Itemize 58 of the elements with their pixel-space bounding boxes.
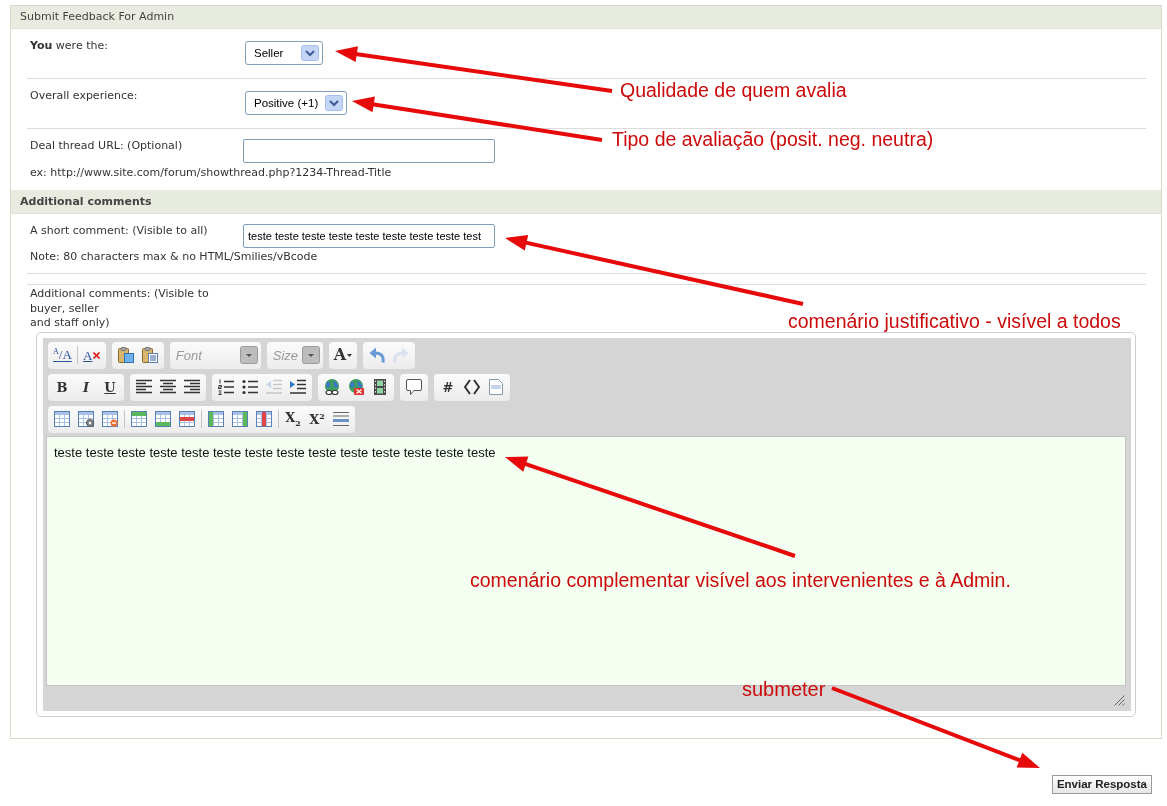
font-color-button[interactable]: A xyxy=(331,344,355,366)
column-delete-icon xyxy=(256,411,272,427)
table-delete-icon xyxy=(102,411,118,427)
panel-title: Submit Feedback For Admin xyxy=(11,6,1161,29)
input-field[interactable]: teste teste teste teste teste teste teste teste test xyxy=(243,224,495,248)
field-label: Deal thread URL: (Optional) xyxy=(29,139,183,153)
annotation-text: comenário justificativo - visível a todos xyxy=(788,311,1121,331)
input-field[interactable] xyxy=(243,139,495,163)
numbered-list-icon xyxy=(218,379,234,395)
table-gear-icon xyxy=(78,411,94,427)
film-icon xyxy=(372,379,388,395)
indent-icon xyxy=(290,379,306,395)
globe-link-icon xyxy=(324,379,340,395)
outdent-icon xyxy=(266,379,282,395)
clipboard-document-icon xyxy=(141,347,158,363)
field-hint: Note: 80 characters max & no HTML/Smilies/vBcode xyxy=(29,250,318,264)
field-hint: ex: http://www.site.com/forum/showthread.php?1234-Thread-Title xyxy=(29,166,392,180)
clear-format-button[interactable]: A xyxy=(80,344,103,366)
table-icon xyxy=(54,411,70,427)
column-insert-right-icon xyxy=(232,411,248,427)
code-icon xyxy=(464,379,480,395)
align-right-icon xyxy=(184,379,200,395)
annotation-text: comenário complementar visível aos intervenientes e à Admin. xyxy=(470,570,1011,590)
annotation-text: Qualidade de quem avalia xyxy=(620,80,847,100)
column-insert-left-icon xyxy=(208,411,224,427)
row-insert-above-icon xyxy=(131,411,147,427)
toolbar-button[interactable]: X$^{2}$ xyxy=(306,408,328,430)
italic-button[interactable]: I xyxy=(75,376,97,398)
toolbar-button[interactable]: # xyxy=(437,376,459,398)
field-label: A short comment: (Visible to all) xyxy=(29,224,208,238)
section-title: Additional comments xyxy=(11,190,1161,214)
php-file-icon xyxy=(488,379,504,395)
toolbar-button[interactable] xyxy=(75,408,97,430)
redo-icon xyxy=(393,347,410,363)
speech-bubble-icon xyxy=(406,379,422,395)
underline-button[interactable]: U xyxy=(99,376,121,398)
bold-button[interactable]: B xyxy=(51,376,73,398)
toolbar-button[interactable]: X$_{2}$ xyxy=(282,408,304,430)
cross-icon xyxy=(93,351,101,359)
undo-icon xyxy=(369,347,386,363)
select-field[interactable]: Positive (+1) xyxy=(245,91,348,115)
bullet-list-icon xyxy=(242,379,258,395)
caret-icon xyxy=(347,353,353,357)
select-field[interactable]: Seller xyxy=(245,41,323,65)
field-label: Additional comments: (Visible to buyer, seller and staff only) xyxy=(29,287,209,331)
annotation-text: Tipo de avaliação (posit. neg. neutra) xyxy=(612,129,934,149)
globe-unlink-icon xyxy=(348,379,364,395)
align-center-icon xyxy=(160,379,176,395)
resize-grip-icon xyxy=(1114,694,1125,706)
font-size-button[interactable]: $^{A}$/A xyxy=(51,344,74,366)
align-left-icon xyxy=(136,379,152,395)
horizontal-rule-icon xyxy=(333,411,349,427)
row-insert-below-icon xyxy=(155,411,171,427)
submit-button[interactable]: Enviar Resposta xyxy=(1051,774,1152,794)
field-label: You were the: xyxy=(29,39,108,53)
clipboard-icon xyxy=(117,347,134,363)
row-delete-icon xyxy=(179,411,195,427)
field-label: Overall experience: xyxy=(29,89,138,103)
